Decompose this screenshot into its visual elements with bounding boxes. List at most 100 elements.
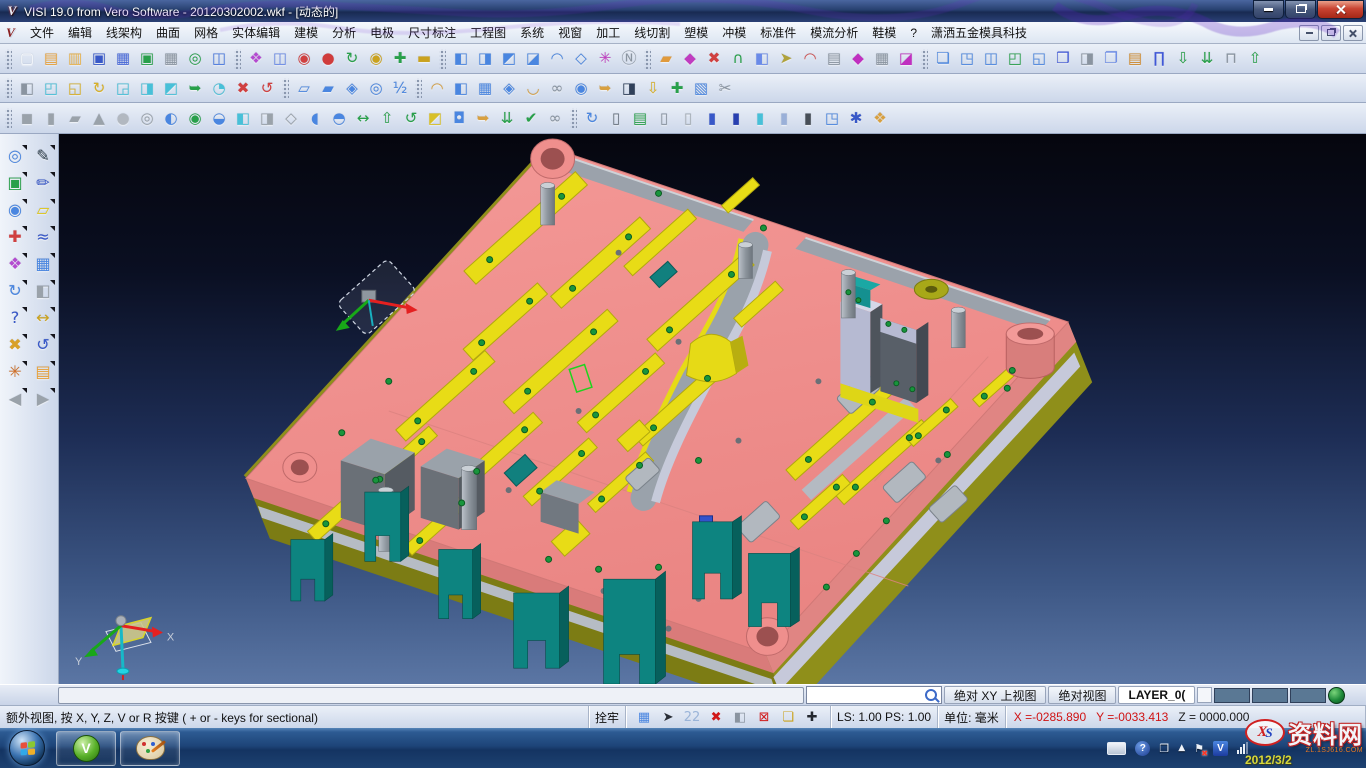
flip-view-icon[interactable]: ◧ — [449, 47, 473, 71]
plane-points-icon[interactable]: ▰ — [316, 76, 340, 100]
mdi-restore-button[interactable] — [1321, 25, 1341, 41]
menu-item[interactable]: 文件 — [23, 22, 61, 43]
modify-sketch-icon[interactable]: ✎ — [30, 144, 56, 168]
print-preview-icon[interactable]: ◎ — [183, 47, 207, 71]
wcs-axes-icon[interactable]: ✚ — [2, 225, 28, 249]
snap-lock-button[interactable]: 拴牢 — [589, 706, 626, 728]
visibility-toggle-icon[interactable]: ◉ — [364, 47, 388, 71]
edit-curve-icon[interactable]: ✏ — [30, 171, 56, 195]
disc-surface-icon[interactable]: ◉ — [569, 76, 593, 100]
menu-item[interactable]: 鞋模 — [865, 22, 903, 43]
regen-cylinder-icon[interactable]: ↻ — [580, 106, 604, 130]
paste-entity-icon[interactable]: ▤ — [1123, 47, 1147, 71]
cube-move-icon[interactable]: ➥ — [183, 76, 207, 100]
smoothness-icon[interactable]: ➤ — [774, 47, 798, 71]
layer-button[interactable]: LAYER_0( — [1118, 686, 1195, 704]
cylinder-blue-icon[interactable]: ▮ — [700, 106, 724, 130]
cylinder-layers-icon[interactable]: ▤ — [628, 106, 652, 130]
cube-section-icon[interactable]: ◨ — [135, 76, 159, 100]
box-3d-icon[interactable]: ◧ — [728, 707, 752, 727]
start-button[interactable] — [0, 728, 54, 768]
window-grid-icon[interactable]: ▦ — [30, 252, 56, 276]
cube-rotate-icon[interactable]: ↻ — [87, 76, 111, 100]
taskbar-app-visi[interactable]: V — [56, 731, 116, 766]
menu-item[interactable]: ? — [903, 24, 924, 42]
refresh-view-icon[interactable]: ↻ — [340, 47, 364, 71]
pocket-solid-icon[interactable]: ◒ — [207, 106, 231, 130]
search-input[interactable] — [809, 688, 925, 702]
regenerate-icon[interactable]: ↻ — [2, 279, 28, 303]
cap-surface-icon[interactable]: ◠ — [425, 76, 449, 100]
split-view-icon[interactable]: ◫ — [207, 47, 231, 71]
keyboard-tray-icon[interactable] — [1107, 742, 1126, 755]
menu-item[interactable]: 塑模 — [677, 22, 715, 43]
copy-solid-icon[interactable]: ❏ — [931, 47, 955, 71]
stack-solid-icon[interactable]: ⇊ — [495, 106, 519, 130]
cube-corner-icon[interactable]: ◩ — [159, 76, 183, 100]
shading-options-icon[interactable]: ❖ — [244, 47, 268, 71]
render-palette-icon[interactable]: ❖ — [2, 252, 28, 276]
press-tool-icon[interactable]: ∏ — [1147, 47, 1171, 71]
box-solid-icon[interactable]: ◼ — [15, 106, 39, 130]
thickness-analysis-icon[interactable]: ∩ — [726, 47, 750, 71]
delete-icon[interactable]: ✖ — [2, 333, 28, 357]
rotate-view-icon[interactable]: ◨ — [473, 47, 497, 71]
shell-solid-icon[interactable]: ◰ — [1003, 47, 1027, 71]
cylinder-dash-icon[interactable]: ▯ — [676, 106, 700, 130]
viewport-3d[interactable]: X Y — [59, 134, 1366, 684]
show-hidden-icons[interactable]: ▲ — [1178, 743, 1185, 753]
print-icon[interactable]: ▦ — [159, 47, 183, 71]
show-all-icon[interactable]: ✚ — [388, 47, 412, 71]
face-color-icon[interactable]: ◩ — [423, 106, 447, 130]
menu-item[interactable]: 分析 — [325, 22, 363, 43]
menu-item[interactable]: 编辑 — [61, 22, 99, 43]
pan-view-icon[interactable]: ◩ — [497, 47, 521, 71]
scale-solid-icon[interactable]: ⇧ — [375, 106, 399, 130]
mirror-solid-icon[interactable]: ◫ — [979, 47, 1003, 71]
pick-point-icon[interactable]: ❖ — [868, 106, 892, 130]
cylinder-mesh-icon[interactable]: ▮ — [796, 106, 820, 130]
stamp-tool-icon[interactable]: ⊓ — [1219, 47, 1243, 71]
cut-magenta-icon[interactable]: ◪ — [894, 47, 918, 71]
globe-icon[interactable] — [1328, 687, 1345, 704]
cylinder-dark-icon[interactable]: ▮ — [724, 106, 748, 130]
solid-box-icon[interactable]: ◧ — [30, 279, 56, 303]
restore-button[interactable] — [1285, 0, 1316, 19]
stack-grey-icon[interactable]: ▦ — [870, 47, 894, 71]
drop-surface-icon[interactable]: ⇩ — [641, 76, 665, 100]
layer-swatch-2[interactable] — [1252, 688, 1288, 703]
menu-item[interactable]: 建模 — [287, 22, 325, 43]
no-box-icon[interactable]: ⊠ — [752, 707, 776, 727]
mdi-close-button[interactable] — [1343, 25, 1363, 41]
menu-item[interactable]: 标准件 — [753, 22, 803, 43]
link-solid-icon[interactable]: ∞ — [543, 106, 567, 130]
toolbox-icon[interactable]: ✱ — [844, 106, 868, 130]
corner-cube-icon[interactable]: ◧ — [231, 106, 255, 130]
menu-item[interactable]: 潇洒五金模具科技 — [924, 22, 1034, 43]
eye-add-icon[interactable]: ◉ — [292, 47, 316, 71]
action-center-icon[interactable]: ⚑ ✖ — [1194, 741, 1204, 755]
rotate-r-icon[interactable]: ↺ — [255, 76, 279, 100]
notch-solid-icon[interactable]: ◘ — [447, 106, 471, 130]
iso-cube-icon[interactable]: ◧ — [15, 76, 39, 100]
plus-icon[interactable]: ✚ — [800, 707, 824, 727]
sheet-solid-icon[interactable]: ◇ — [279, 106, 303, 130]
stop-icon[interactable]: ✖ — [704, 707, 728, 727]
twist-solid-icon[interactable]: ↺ — [399, 106, 423, 130]
surface-flip-icon[interactable]: ◠ — [545, 47, 569, 71]
back-icon[interactable]: ◀ — [2, 387, 28, 411]
open-part-icon[interactable]: ▥ — [63, 47, 87, 71]
network-signal-icon[interactable] — [1237, 742, 1248, 754]
net-surface-icon[interactable]: ◈ — [340, 76, 364, 100]
snap-grid-icon[interactable]: ▦ — [632, 707, 656, 727]
spline-icon[interactable]: ≈ — [30, 225, 56, 249]
profile-icon[interactable]: ▱ — [30, 198, 56, 222]
drape-surface-icon[interactable]: ◈ — [497, 76, 521, 100]
minimize-button[interactable] — [1253, 0, 1284, 19]
plane-icon[interactable]: ▱ — [292, 76, 316, 100]
push-face-icon[interactable]: ➥ — [471, 106, 495, 130]
visi-tray-icon[interactable]: V — [1213, 741, 1228, 756]
verify-solid-icon[interactable]: ✔ — [519, 106, 543, 130]
help-icon[interactable]: ? — [2, 306, 28, 330]
capped-box-icon[interactable]: ◓ — [327, 106, 351, 130]
